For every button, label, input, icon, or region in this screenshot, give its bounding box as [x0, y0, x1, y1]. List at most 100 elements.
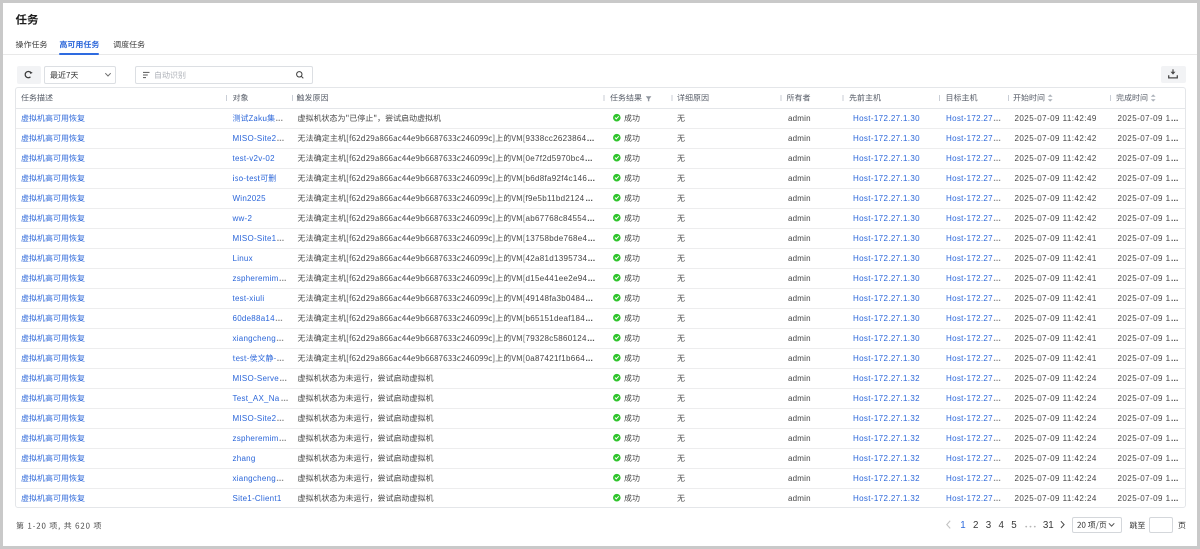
svg-text:zspheremim: zspheremim: [233, 434, 279, 443]
svg-text:79328c5860124: 79328c5860124: [526, 334, 588, 343]
svg-text:admin: admin: [788, 434, 811, 443]
svg-text:zspheremim: zspheremim: [233, 274, 279, 283]
svg-text:Host-172.27.1.30: Host-172.27.1.30: [853, 274, 920, 283]
svg-text:admin: admin: [788, 414, 811, 423]
svg-text:2025-07-09 11:42:41: 2025-07-09 11:42:41: [1015, 234, 1097, 243]
svg-text:admin: admin: [788, 214, 811, 223]
svg-text:Host-172.27.1.30: Host-172.27.1.30: [853, 194, 920, 203]
svg-text:Host-172.27.1.32: Host-172.27.1.32: [853, 414, 920, 423]
svg-text:Host-172.27.1.30: Host-172.27.1.30: [853, 114, 920, 123]
svg-text:Host-172.27.1.30: Host-172.27.1.30: [853, 134, 920, 143]
svg-text:2025-07-09 1: 2025-07-09 1: [1118, 254, 1171, 263]
svg-text:MISO-Site1: MISO-Site1: [233, 234, 277, 243]
svg-text:Host-172.27: Host-172.27: [946, 154, 993, 163]
svg-text:Host-172.27: Host-172.27: [946, 294, 993, 303]
svg-text:Host-172.27: Host-172.27: [946, 434, 993, 443]
svg-text:d15e441ee2e94: d15e441ee2e94: [526, 274, 588, 283]
svg-text:Host-172.27.1.30: Host-172.27.1.30: [853, 214, 920, 223]
svg-text:2025-07-09 11:42:42: 2025-07-09 11:42:42: [1015, 214, 1097, 223]
svg-text:admin: admin: [788, 274, 811, 283]
svg-text:Host-172.27: Host-172.27: [946, 134, 993, 143]
svg-text:2025-07-09 1: 2025-07-09 1: [1118, 494, 1171, 503]
svg-text:2: 2: [973, 520, 978, 531]
svg-text:2025-07-09 11:42:49: 2025-07-09 11:42:49: [1015, 114, 1097, 123]
svg-text:49148fa3b0484: 49148fa3b0484: [526, 294, 586, 303]
svg-text:Host-172.27: Host-172.27: [946, 114, 993, 123]
svg-text:Host-172.27: Host-172.27: [946, 314, 993, 323]
svg-text:Host-172.27: Host-172.27: [946, 194, 993, 203]
svg-text:ab67768c84554: ab67768c84554: [526, 214, 588, 223]
svg-text:9338cc2623864: 9338cc2623864: [526, 134, 587, 143]
svg-text:3: 3: [986, 520, 992, 531]
svg-text:Host-172.27.1.32: Host-172.27.1.32: [853, 454, 920, 463]
svg-text:2025-07-09 11:42:41: 2025-07-09 11:42:41: [1015, 354, 1097, 363]
svg-text:2025-07-09 11:42:42: 2025-07-09 11:42:42: [1015, 134, 1097, 143]
svg-text:admin: admin: [788, 334, 811, 343]
svg-text:admin: admin: [788, 374, 811, 383]
svg-text:Host-172.27.1.30: Host-172.27.1.30: [853, 314, 920, 323]
svg-text:Host-172.27: Host-172.27: [946, 214, 993, 223]
svg-text:2025-07-09 11:42:41: 2025-07-09 11:42:41: [1015, 254, 1097, 263]
svg-text:42a81d1395734: 42a81d1395734: [526, 254, 588, 263]
svg-text:2025-07-09 11:42:24: 2025-07-09 11:42:24: [1015, 374, 1097, 383]
svg-text:13758bde768e4: 13758bde768e4: [526, 234, 588, 243]
svg-text:2025-07-09 1: 2025-07-09 1: [1118, 134, 1171, 143]
svg-text:Host-172.27: Host-172.27: [946, 334, 993, 343]
svg-text:test-v2v-02: test-v2v-02: [233, 154, 276, 163]
svg-text:0e7f2d5970bc4: 0e7f2d5970bc4: [526, 154, 585, 163]
svg-text:Host-172.27.1.30: Host-172.27.1.30: [853, 234, 920, 243]
svg-text:Host-172.27: Host-172.27: [946, 394, 993, 403]
svg-text:Host-172.27: Host-172.27: [946, 234, 993, 243]
svg-text:31: 31: [1043, 520, 1054, 531]
svg-text:5: 5: [1011, 520, 1017, 531]
svg-text:admin: admin: [788, 294, 811, 303]
svg-text:2025-07-09 11:42:24: 2025-07-09 11:42:24: [1015, 454, 1097, 463]
svg-text:Host-172.27: Host-172.27: [946, 454, 993, 463]
svg-text:2025-07-09 11:42:24: 2025-07-09 11:42:24: [1015, 434, 1097, 443]
svg-text:Host-172.27.1.30: Host-172.27.1.30: [853, 334, 920, 343]
svg-text:MISO-Serve: MISO-Serve: [233, 374, 280, 383]
svg-text:Host-172.27.1.30: Host-172.27.1.30: [853, 254, 920, 263]
svg-text:2025-07-09 11:42:41: 2025-07-09 11:42:41: [1015, 314, 1097, 323]
svg-text:4: 4: [998, 520, 1004, 531]
svg-text:2025-07-09 1: 2025-07-09 1: [1118, 154, 1171, 163]
svg-text:2025-07-09 11:42:42: 2025-07-09 11:42:42: [1015, 154, 1097, 163]
svg-text:Host-172.27: Host-172.27: [946, 374, 993, 383]
svg-text:admin: admin: [788, 134, 811, 143]
svg-text:admin: admin: [788, 494, 811, 503]
svg-text:Site1-Client1: Site1-Client1: [233, 494, 282, 503]
svg-text:Host-172.27.1.30: Host-172.27.1.30: [853, 294, 920, 303]
svg-text:admin: admin: [788, 154, 811, 163]
svg-text:Host-172.27: Host-172.27: [946, 414, 993, 423]
svg-text:2025-07-09 11:42:24: 2025-07-09 11:42:24: [1015, 414, 1097, 423]
svg-text:admin: admin: [788, 354, 811, 363]
svg-text:2025-07-09 11:42:41: 2025-07-09 11:42:41: [1015, 334, 1097, 343]
svg-text:1: 1: [960, 520, 965, 531]
svg-text:Host-172.27: Host-172.27: [946, 494, 993, 503]
svg-text:Host-172.27.1.30: Host-172.27.1.30: [853, 174, 920, 183]
svg-text:Host-172.27: Host-172.27: [946, 474, 993, 483]
svg-text:2025-07-09 1: 2025-07-09 1: [1118, 334, 1171, 343]
svg-text:admin: admin: [788, 314, 811, 323]
svg-text:2025-07-09 1: 2025-07-09 1: [1118, 394, 1171, 403]
svg-text:admin: admin: [788, 234, 811, 243]
svg-text:2025-07-09 1: 2025-07-09 1: [1118, 114, 1171, 123]
svg-text:Win2025: Win2025: [233, 194, 267, 203]
svg-text:admin: admin: [788, 174, 811, 183]
svg-text:2025-07-09 11:42:24: 2025-07-09 11:42:24: [1015, 474, 1097, 483]
svg-text:2025-07-09 11:42:24: 2025-07-09 11:42:24: [1015, 494, 1097, 503]
svg-text:Host-172.27.1.30: Host-172.27.1.30: [853, 154, 920, 163]
svg-text:2025-07-09 11:42:42: 2025-07-09 11:42:42: [1015, 174, 1097, 183]
svg-text:2025-07-09 1: 2025-07-09 1: [1118, 474, 1171, 483]
svg-text:MISO-Site2: MISO-Site2: [233, 414, 277, 423]
svg-text:MISO-Site2: MISO-Site2: [233, 134, 277, 143]
svg-text:Host-172.27: Host-172.27: [946, 274, 993, 283]
svg-text:2025-07-09 1: 2025-07-09 1: [1118, 174, 1171, 183]
svg-text:Host-172.27.1.32: Host-172.27.1.32: [853, 434, 920, 443]
svg-text:2025-07-09 1: 2025-07-09 1: [1118, 354, 1171, 363]
svg-text:2025-07-09 1: 2025-07-09 1: [1118, 434, 1171, 443]
svg-text:zhang: zhang: [233, 454, 256, 463]
svg-text:b65151deaf184: b65151deaf184: [526, 314, 586, 323]
svg-text:admin: admin: [788, 454, 811, 463]
svg-text:test-xiuli: test-xiuli: [233, 294, 265, 303]
